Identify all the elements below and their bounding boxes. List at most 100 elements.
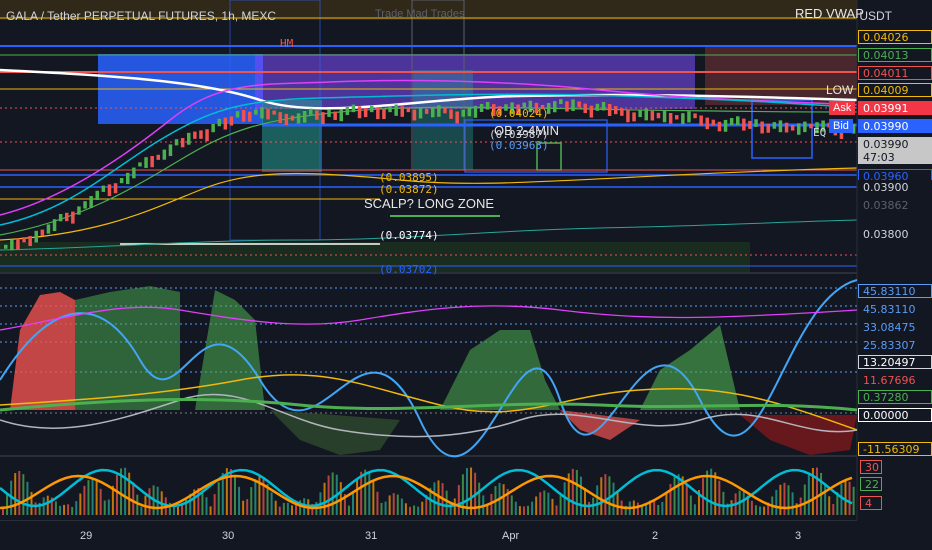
candle — [650, 110, 655, 121]
histogram-bar — [559, 493, 562, 515]
candle — [766, 123, 770, 133]
histogram-bar — [588, 501, 591, 515]
axis-price-label: 11.67696 — [858, 373, 932, 387]
histogram-bar — [205, 497, 208, 515]
candle — [705, 117, 709, 130]
histogram-bar — [34, 502, 37, 515]
axis-price-label: 0.37280 — [858, 390, 932, 404]
candle — [668, 113, 673, 124]
histogram-bar — [807, 474, 810, 515]
level-annotation: (0.03963) — [489, 139, 549, 152]
histogram-bar — [612, 482, 615, 515]
chart-canvas[interactable] — [0, 0, 932, 550]
candle — [742, 118, 746, 131]
candle — [583, 103, 587, 114]
axis-price-label: 0.03862 — [858, 198, 932, 212]
histogram-bar — [514, 501, 517, 515]
histogram-bar — [575, 469, 578, 515]
histogram-bar — [742, 491, 745, 515]
histogram-bar — [571, 468, 574, 515]
histogram-bar — [331, 472, 334, 515]
currency-label[interactable]: USDT — [859, 9, 892, 23]
histogram-bar — [750, 500, 753, 515]
histogram-bar — [278, 506, 281, 515]
histogram-bar — [327, 475, 330, 515]
chart-title[interactable]: GALA / Tether PERPETUAL FUTURES, 1h, MEX… — [6, 9, 276, 23]
histogram-bar — [352, 491, 355, 515]
candle — [376, 107, 380, 120]
histogram-bar — [775, 489, 778, 515]
axis-price-label: 0.04026 — [858, 30, 932, 44]
histogram-bar — [718, 480, 721, 515]
candle — [559, 99, 563, 105]
histogram-bar — [478, 482, 481, 515]
histogram-bar — [376, 491, 379, 515]
histogram-bar — [254, 479, 257, 515]
hm-label: HM — [280, 37, 294, 50]
histogram-bar — [6, 492, 9, 515]
histogram-bar — [380, 502, 383, 515]
histogram-bar — [730, 500, 733, 515]
axis-price-label: 0.00000 — [858, 408, 932, 422]
candle — [272, 110, 276, 115]
histogram-bar — [510, 495, 513, 515]
candle — [321, 112, 325, 124]
candle — [760, 121, 764, 134]
candle — [363, 108, 368, 118]
histogram-bar — [368, 473, 371, 515]
histogram-bar — [250, 487, 253, 515]
candle — [357, 106, 362, 119]
histogram-bar — [608, 476, 611, 515]
candle — [553, 101, 557, 113]
candle — [394, 104, 398, 116]
candle — [461, 109, 465, 117]
histogram-bar — [661, 501, 664, 515]
histogram-bar — [584, 487, 587, 515]
histogram-bar — [787, 485, 790, 515]
oscillator-pane — [0, 279, 858, 458]
lower-indicator-pane — [0, 467, 855, 515]
histogram-bar — [87, 480, 90, 515]
histogram-bar — [295, 504, 298, 515]
candle — [290, 115, 295, 121]
histogram-bar — [527, 505, 530, 515]
axis-price-label: 33.08475 — [858, 320, 932, 334]
demand-zone — [0, 242, 750, 272]
histogram-bar — [148, 488, 151, 515]
histogram-bar — [791, 492, 794, 515]
candle — [254, 109, 258, 115]
candle — [205, 129, 209, 142]
histogram-bar — [555, 505, 558, 515]
histogram-bar — [551, 498, 554, 515]
scalp-zone-label: SCALP? LONG ZONE — [364, 196, 495, 211]
histogram-bar — [433, 482, 436, 515]
histogram-bar — [58, 505, 61, 515]
histogram-bar — [323, 482, 326, 515]
candle — [693, 113, 697, 119]
time-axis-label: 2 — [652, 530, 659, 542]
candle — [77, 206, 81, 215]
candle — [699, 115, 703, 126]
histogram-bar — [714, 472, 717, 515]
candle — [370, 105, 374, 113]
red-vwap-label: RED VWAP — [795, 6, 864, 21]
candle — [717, 121, 722, 132]
histogram-bar — [83, 485, 86, 515]
candle — [675, 115, 679, 120]
histogram-bar — [844, 480, 847, 515]
histogram-bar — [502, 484, 505, 515]
histogram-bar — [763, 506, 766, 515]
candle — [241, 110, 246, 122]
axis-price-label: 0.03990 — [858, 119, 932, 133]
candle — [662, 110, 667, 123]
candle — [260, 107, 264, 119]
histogram-bar — [531, 501, 534, 515]
histogram-bar — [360, 471, 363, 515]
histogram-bar — [816, 467, 818, 515]
histogram-bar — [547, 492, 550, 515]
histogram-bar — [453, 498, 456, 515]
histogram-bar — [840, 484, 843, 515]
candle — [400, 106, 404, 117]
candle — [644, 108, 648, 121]
candle — [736, 116, 740, 125]
